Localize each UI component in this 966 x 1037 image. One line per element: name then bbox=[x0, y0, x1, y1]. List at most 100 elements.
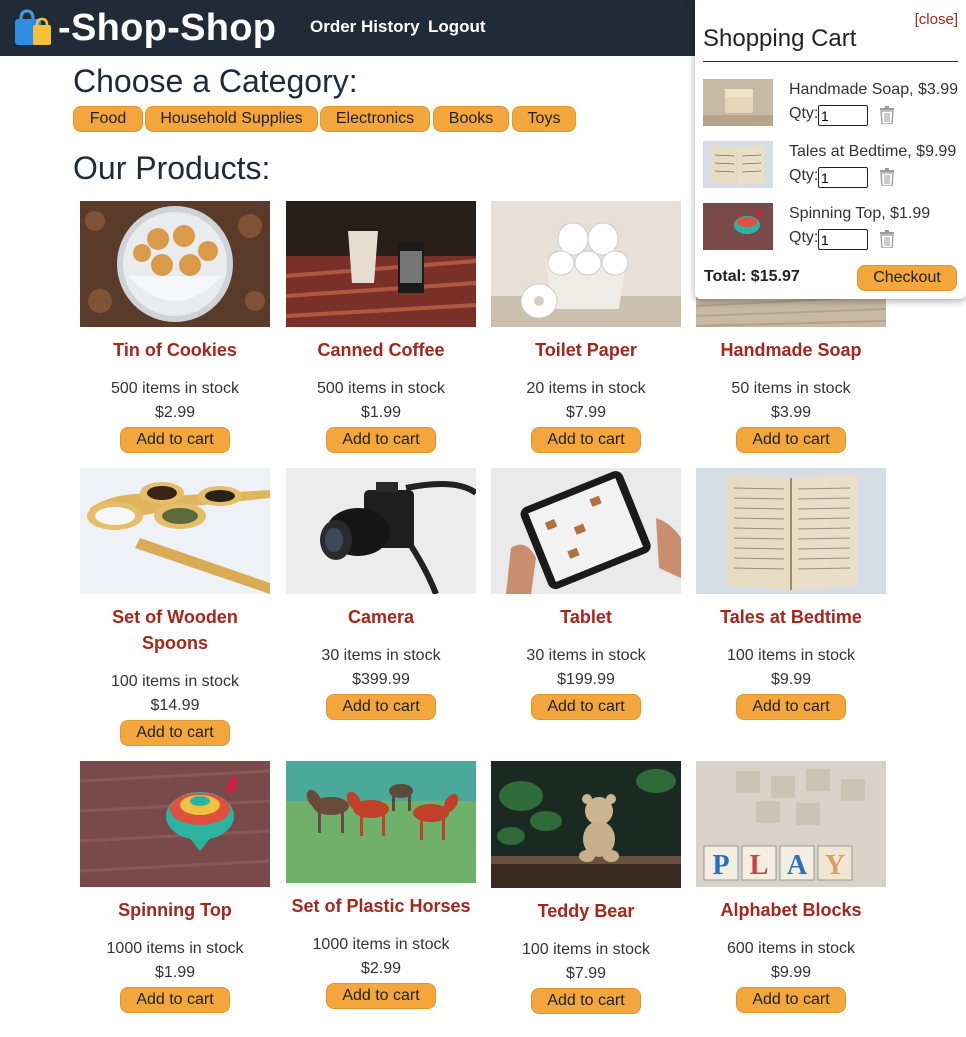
cart-close-link[interactable]: [close] bbox=[915, 11, 958, 28]
product-price: $1.99 bbox=[360, 404, 402, 421]
cart-qty-label: Qty: bbox=[789, 105, 819, 122]
add-to-cart-button[interactable]: Add to cart bbox=[531, 988, 641, 1014]
product-image-coffee[interactable] bbox=[286, 201, 476, 327]
product-image-cookies[interactable] bbox=[80, 201, 270, 327]
brand-title[interactable]: -Shop-Shop bbox=[58, 6, 276, 50]
add-to-cart-button[interactable]: Add to cart bbox=[120, 720, 230, 746]
category-button-food[interactable]: Food bbox=[73, 106, 143, 132]
shopping-cart-panel: [close] Shopping Cart Handmade Soap, $3.… bbox=[695, 0, 966, 299]
product-price: $9.99 bbox=[770, 671, 812, 688]
add-to-cart-button[interactable]: Add to cart bbox=[531, 427, 641, 453]
shopping-bag-icon[interactable] bbox=[13, 9, 53, 47]
add-to-cart-button[interactable]: Add to cart bbox=[326, 694, 436, 720]
cart-item: Tales at Bedtime, $9.99 Qty: bbox=[703, 141, 965, 189]
product-name[interactable]: Teddy Bear bbox=[491, 898, 681, 924]
cart-item-description: Tales at Bedtime, $9.99 bbox=[789, 143, 957, 160]
add-to-cart-button[interactable]: Add to cart bbox=[531, 694, 641, 720]
cart-item-image-book bbox=[703, 141, 773, 188]
product-price: $1.99 bbox=[154, 964, 196, 981]
product-image-toilet-paper[interactable] bbox=[491, 201, 681, 327]
product-name[interactable]: Canned Coffee bbox=[286, 337, 476, 363]
cart-qty-input[interactable] bbox=[818, 229, 868, 250]
svg-text:L: L bbox=[750, 850, 769, 881]
product-card: Teddy Bear 100 items in stock $7.99 Add … bbox=[491, 761, 681, 1014]
product-image-plastic-horses[interactable] bbox=[286, 761, 476, 883]
cart-total: Total: $15.97 bbox=[704, 268, 800, 285]
product-price: $2.99 bbox=[154, 404, 196, 421]
cart-item-image-spinning-top bbox=[703, 203, 773, 250]
nav-order-history[interactable]: Order History bbox=[310, 17, 420, 37]
product-card: Tales at Bedtime 100 items in stock $9.9… bbox=[696, 468, 886, 720]
product-stock: 100 items in stock bbox=[521, 941, 651, 958]
product-stock: 30 items in stock bbox=[321, 647, 441, 664]
svg-text:A: A bbox=[787, 850, 808, 881]
product-stock: 1000 items in stock bbox=[312, 936, 450, 953]
cart-qty-input[interactable] bbox=[818, 167, 868, 188]
product-card: Set of Wooden Spoons 100 items in stock … bbox=[80, 468, 270, 746]
product-name[interactable]: Tin of Cookies bbox=[80, 337, 270, 363]
cart-item-description: Handmade Soap, $3.99 bbox=[789, 81, 959, 98]
product-stock: 30 items in stock bbox=[526, 647, 646, 664]
product-name[interactable]: Toilet Paper bbox=[491, 337, 681, 363]
category-button-toys[interactable]: Toys bbox=[512, 106, 576, 132]
product-stock: 1000 items in stock bbox=[106, 940, 244, 957]
product-name[interactable]: Camera bbox=[286, 604, 476, 630]
product-stock: 50 items in stock bbox=[731, 380, 851, 397]
add-to-cart-button[interactable]: Add to cart bbox=[736, 694, 846, 720]
product-image-wooden-spoons[interactable] bbox=[80, 468, 270, 594]
product-price: $14.99 bbox=[150, 697, 200, 714]
product-stock: 500 items in stock bbox=[110, 380, 240, 397]
checkout-button[interactable]: Checkout bbox=[857, 265, 957, 291]
nav-logout[interactable]: Logout bbox=[428, 17, 486, 37]
trash-icon[interactable] bbox=[879, 230, 895, 248]
add-to-cart-button[interactable]: Add to cart bbox=[120, 987, 230, 1013]
product-card: Camera 30 items in stock $399.99 Add to … bbox=[286, 468, 476, 720]
product-card: Set of Plastic Horses 1000 items in stoc… bbox=[286, 761, 476, 1009]
product-image-spinning-top[interactable] bbox=[80, 761, 270, 887]
product-name[interactable]: Handmade Soap bbox=[696, 337, 886, 363]
product-stock: 20 items in stock bbox=[526, 380, 646, 397]
products-heading: Our Products: bbox=[73, 150, 271, 186]
cart-item-description: Spinning Top, $1.99 bbox=[789, 205, 931, 222]
category-button-household-supplies[interactable]: Household Supplies bbox=[145, 106, 318, 132]
product-name[interactable]: Tablet bbox=[491, 604, 681, 630]
cart-title: Shopping Cart bbox=[703, 25, 857, 52]
cart-item-image-soap bbox=[703, 79, 773, 126]
product-name[interactable]: Set of Wooden Spoons bbox=[80, 604, 270, 656]
product-name[interactable]: Tales at Bedtime bbox=[696, 604, 886, 630]
product-stock: 100 items in stock bbox=[726, 647, 856, 664]
product-card: Toilet Paper 20 items in stock $7.99 Add… bbox=[491, 201, 681, 453]
cart-divider bbox=[703, 61, 958, 62]
cart-item: Handmade Soap, $3.99 Qty: bbox=[703, 79, 965, 127]
product-price: $7.99 bbox=[565, 404, 607, 421]
add-to-cart-button[interactable]: Add to cart bbox=[326, 427, 436, 453]
cart-item: Spinning Top, $1.99 Qty: bbox=[703, 203, 965, 251]
category-button-electronics[interactable]: Electronics bbox=[320, 106, 430, 132]
trash-icon[interactable] bbox=[879, 106, 895, 124]
product-name[interactable]: Alphabet Blocks bbox=[696, 897, 886, 923]
add-to-cart-button[interactable]: Add to cart bbox=[736, 987, 846, 1013]
add-to-cart-button[interactable]: Add to cart bbox=[120, 427, 230, 453]
add-to-cart-button[interactable]: Add to cart bbox=[326, 983, 436, 1009]
cart-qty-input[interactable] bbox=[818, 105, 868, 126]
product-image-tablet[interactable] bbox=[491, 468, 681, 594]
product-image-book[interactable] bbox=[696, 468, 886, 594]
product-stock: 500 items in stock bbox=[316, 380, 446, 397]
product-price: $199.99 bbox=[557, 671, 615, 688]
product-price: $3.99 bbox=[770, 404, 812, 421]
product-name[interactable]: Spinning Top bbox=[80, 897, 270, 923]
product-image-camera[interactable] bbox=[286, 468, 476, 594]
category-heading: Choose a Category: bbox=[73, 63, 358, 99]
category-button-books[interactable]: Books bbox=[433, 106, 509, 132]
trash-icon[interactable] bbox=[879, 168, 895, 186]
product-price: $399.99 bbox=[352, 671, 410, 688]
cart-qty-label: Qty: bbox=[789, 167, 819, 184]
product-name[interactable]: Set of Plastic Horses bbox=[286, 893, 476, 919]
add-to-cart-button[interactable]: Add to cart bbox=[736, 427, 846, 453]
product-stock: 600 items in stock bbox=[726, 940, 856, 957]
product-stock: 100 items in stock bbox=[110, 673, 240, 690]
product-image-teddy-bear[interactable] bbox=[491, 761, 681, 888]
product-price: $9.99 bbox=[770, 964, 812, 981]
cart-qty-label: Qty: bbox=[789, 229, 819, 246]
product-image-alphabet-blocks[interactable]: P L A Y bbox=[696, 761, 886, 887]
